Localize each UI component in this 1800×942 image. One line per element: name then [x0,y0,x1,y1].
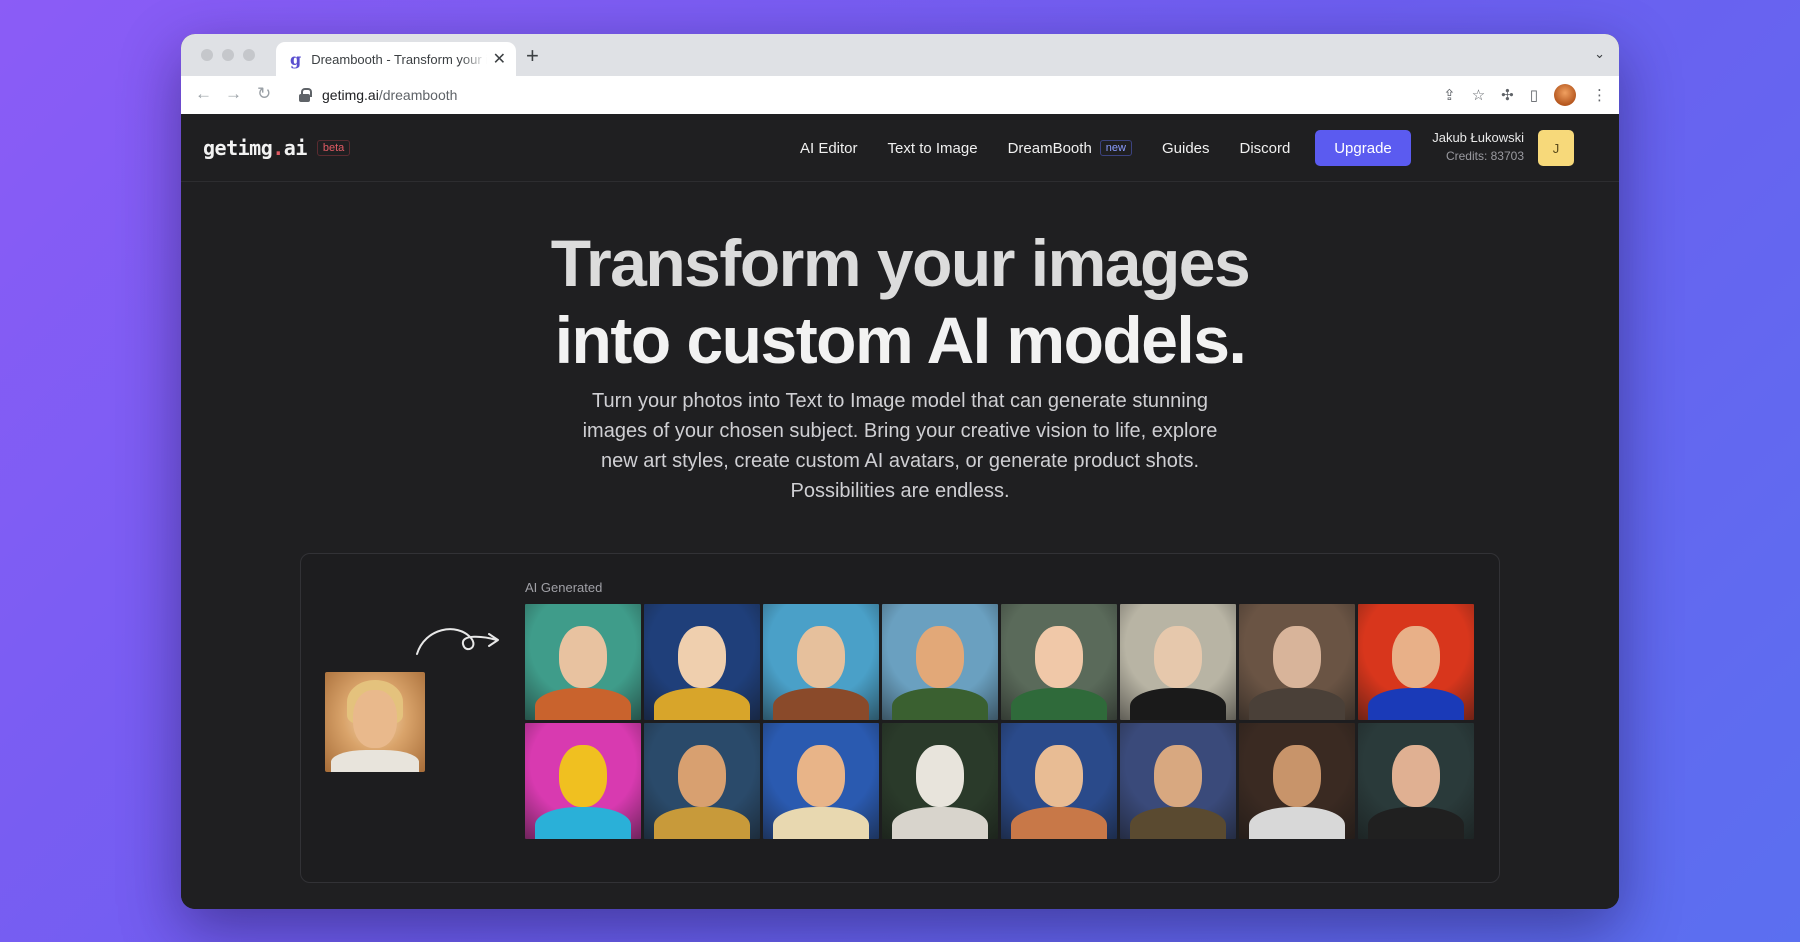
address-bar[interactable]: getimg.ai/dreambooth [293,80,1579,109]
generated-image [644,604,760,720]
window-controls [201,49,255,61]
tab-strip: g Dreambooth - Transform your images ✕ +… [181,34,1619,76]
hero-subtitle: Turn your photos into Text to Image mode… [582,390,1218,502]
nav-discord[interactable]: Discord [1240,140,1291,157]
generated-image [525,604,641,720]
generated-image [1358,723,1474,839]
generated-images-grid [525,604,1474,839]
getimg-logo[interactable]: getimg.ai [203,136,307,160]
new-tab-button[interactable]: + [526,43,539,69]
close-window-button[interactable] [201,49,213,61]
zoom-window-button[interactable] [243,49,255,61]
upgrade-button[interactable]: Upgrade [1315,130,1411,166]
browser-menu-icon[interactable]: ⋮ [1592,86,1607,104]
url-text: getimg.ai/dreambooth [322,86,458,103]
generated-image [1001,723,1117,839]
bookmark-star-icon[interactable]: ☆ [1472,86,1485,104]
user-info[interactable]: Jakub Łukowski Credits: 83703 [1430,130,1524,163]
close-tab-icon[interactable]: ✕ [493,49,506,69]
generated-image [525,723,641,839]
user-name: Jakub Łukowski [1432,130,1524,145]
tab-search-chevron-icon[interactable]: ⌄ [1594,46,1605,62]
showcase-panel: AI Generated [300,553,1500,883]
generated-image [882,723,998,839]
nav-guides[interactable]: Guides [1162,140,1210,157]
generated-image [1120,604,1236,720]
tab-title: Dreambooth - Transform your images [311,51,486,67]
browser-tab[interactable]: g Dreambooth - Transform your images ✕ [276,42,516,76]
nav-dreambooth[interactable]: DreamBooth new [1008,140,1132,157]
minimize-window-button[interactable] [222,49,234,61]
extensions-puzzle-icon[interactable]: ✣ [1501,86,1514,104]
nav-ai-editor[interactable]: AI Editor [800,140,858,157]
beta-badge: beta [316,139,351,156]
profile-avatar[interactable] [1554,84,1576,106]
source-photo [325,672,425,772]
generated-image [882,604,998,720]
toolbar-icons: ⇪ ☆ ✣ ▯ ⋮ [1443,76,1607,114]
curved-arrow-icon [416,628,499,655]
main-nav: AI Editor Text to Image DreamBooth new Gu… [800,114,1320,182]
new-badge: new [1099,140,1132,156]
site-header: getimg.ai beta AI Editor Text to Image D… [181,114,1619,182]
share-icon[interactable]: ⇪ [1443,86,1456,104]
generated-image [1239,723,1355,839]
favicon-icon: g [290,49,302,69]
nav-text-to-image[interactable]: Text to Image [888,140,978,157]
generated-image [1358,604,1474,720]
user-avatar[interactable]: J [1538,130,1574,166]
page-title: Transform your images into custom AI mod… [550,226,1251,377]
side-panel-icon[interactable]: ▯ [1530,86,1538,104]
generated-image [763,723,879,839]
lock-icon [299,87,312,102]
forward-arrow-icon[interactable]: → [225,84,242,104]
generated-image [1120,723,1236,839]
hero-section: Transform your images into custom AI mod… [181,182,1619,909]
generated-image [1001,604,1117,720]
address-toolbar: ← → ↻ getimg.ai/dreambooth ⇪ ☆ ✣ ▯ ⋮ [181,76,1619,114]
reload-icon[interactable]: ↻ [257,84,271,104]
browser-window: g Dreambooth - Transform your images ✕ +… [181,34,1619,909]
ai-generated-label: AI Generated [525,580,603,595]
generated-image [763,604,879,720]
credits-count: Credits: 83703 [1445,149,1524,163]
generated-image [1239,604,1355,720]
generated-image [644,723,760,839]
back-arrow-icon[interactable]: ← [195,84,212,104]
